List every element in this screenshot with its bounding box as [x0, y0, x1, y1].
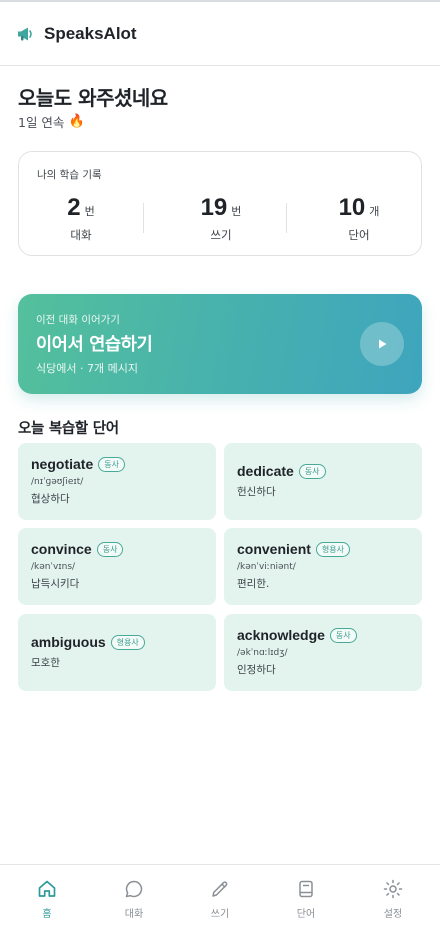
nav-label: 쓰기 — [210, 909, 230, 920]
home-screen: SpeaksAlot 오늘도 와주셨네요 1일 연속 🔥 나의 학습 기록 2 … — [0, 0, 440, 930]
nav-label: 홈 — [42, 909, 52, 920]
stat-label: 대화 — [70, 228, 92, 242]
play-icon — [376, 335, 388, 354]
nav-item-settings[interactable]: 설정 — [349, 878, 437, 920]
stat-unit: 번 — [231, 205, 242, 218]
chat-bubble-icon — [123, 878, 145, 900]
word-text: negotiate — [31, 456, 94, 472]
learning-stats-card: 나의 학습 기록 2 번 대화 19 번 쓰기 10 개 단어 — [18, 151, 422, 256]
stat-divider — [143, 203, 144, 233]
home-icon — [36, 878, 58, 900]
gear-icon — [382, 878, 404, 900]
word-text: ambiguous — [31, 634, 106, 650]
word-card[interactable]: ambiguous 형용사 모호한 — [18, 614, 216, 691]
word-phonetic: /kənˈvɪns/ — [31, 562, 76, 572]
word-meaning: 협상하다 — [31, 493, 70, 505]
word-text: dedicate — [237, 463, 294, 479]
part-of-speech-badge: 동사 — [96, 541, 124, 557]
fire-icon: 🔥 — [68, 114, 85, 129]
book-icon — [295, 878, 317, 900]
nav-item-words[interactable]: 단어 — [262, 878, 350, 920]
pencil-icon — [209, 878, 231, 900]
stat-writing: 19 번 쓰기 — [159, 194, 283, 243]
stat-divider — [286, 203, 287, 233]
greeting-heading: 오늘도 와주셨네요 — [18, 86, 168, 110]
continue-meta: 식당에서 · 7개 메시지 — [36, 362, 138, 375]
stat-unit: 번 — [84, 205, 95, 218]
streak-indicator: 1일 연속 🔥 — [18, 112, 85, 131]
part-of-speech-badge: 동사 — [298, 463, 326, 479]
nav-label: 대화 — [124, 909, 144, 920]
nav-label: 설정 — [383, 909, 403, 920]
stat-value: 10 — [338, 194, 366, 221]
stat-unit: 개 — [369, 205, 380, 218]
continue-subtitle: 이전 대화 이어가기 — [36, 314, 120, 326]
streak-text: 1일 연속 — [18, 115, 65, 130]
continue-conversation-card[interactable]: 이전 대화 이어가기 이어서 연습하기 식당에서 · 7개 메시지 — [18, 294, 422, 394]
nav-item-conversation[interactable]: 대화 — [90, 878, 178, 920]
play-button[interactable] — [360, 322, 404, 366]
continue-title: 이어서 연습하기 — [36, 335, 153, 355]
part-of-speech-badge: 형용사 — [315, 541, 350, 557]
stat-value: 2 — [67, 194, 81, 221]
stat-words: 10 개 단어 — [297, 194, 421, 243]
bottom-navigation: 홈 대화 쓰기 단어 설정 — [0, 864, 440, 930]
word-card[interactable]: acknowledge 동사 /əkˈnɑːlɪdʒ/ 인정하다 — [224, 614, 422, 691]
word-phonetic: /kənˈviːniənt/ — [237, 562, 296, 572]
stat-label: 쓰기 — [210, 228, 232, 242]
review-section-title: 오늘 복습할 단어 — [18, 421, 119, 437]
word-card[interactable]: convenient 형용사 /kənˈviːniənt/ 편리한. — [224, 528, 422, 605]
stat-conversations: 2 번 대화 — [19, 194, 143, 243]
word-text: convince — [31, 541, 92, 557]
word-meaning: 헌신하다 — [237, 486, 276, 498]
nav-item-writing[interactable]: 쓰기 — [176, 878, 264, 920]
nav-label: 단어 — [296, 909, 316, 920]
word-card[interactable]: dedicate 동사 헌신하다 — [224, 443, 422, 520]
word-phonetic: /nɪˈɡəʊʃieɪt/ — [31, 477, 84, 487]
word-text: convenient — [237, 541, 311, 557]
word-text: acknowledge — [237, 627, 325, 643]
stat-value: 19 — [200, 194, 228, 221]
word-meaning: 납득시키다 — [31, 578, 80, 590]
stats-title: 나의 학습 기록 — [37, 169, 102, 181]
word-meaning: 인정하다 — [237, 664, 276, 676]
nav-item-home[interactable]: 홈 — [3, 878, 91, 920]
part-of-speech-badge: 동사 — [329, 627, 357, 643]
word-phonetic: /əkˈnɑːlɪdʒ/ — [237, 648, 288, 658]
megaphone-icon — [16, 24, 36, 44]
word-card[interactable]: convince 동사 /kənˈvɪns/ 납득시키다 — [18, 528, 216, 605]
word-meaning: 편리한. — [237, 578, 270, 590]
app-title: SpeaksAlot — [44, 23, 137, 43]
app-header: SpeaksAlot — [0, 2, 440, 66]
word-card[interactable]: negotiate 동사 /nɪˈɡəʊʃieɪt/ 협상하다 — [18, 443, 216, 520]
stat-label: 단어 — [348, 228, 370, 242]
part-of-speech-badge: 동사 — [98, 456, 125, 472]
part-of-speech-badge: 형용사 — [110, 634, 145, 650]
word-meaning: 모호한 — [31, 657, 60, 669]
